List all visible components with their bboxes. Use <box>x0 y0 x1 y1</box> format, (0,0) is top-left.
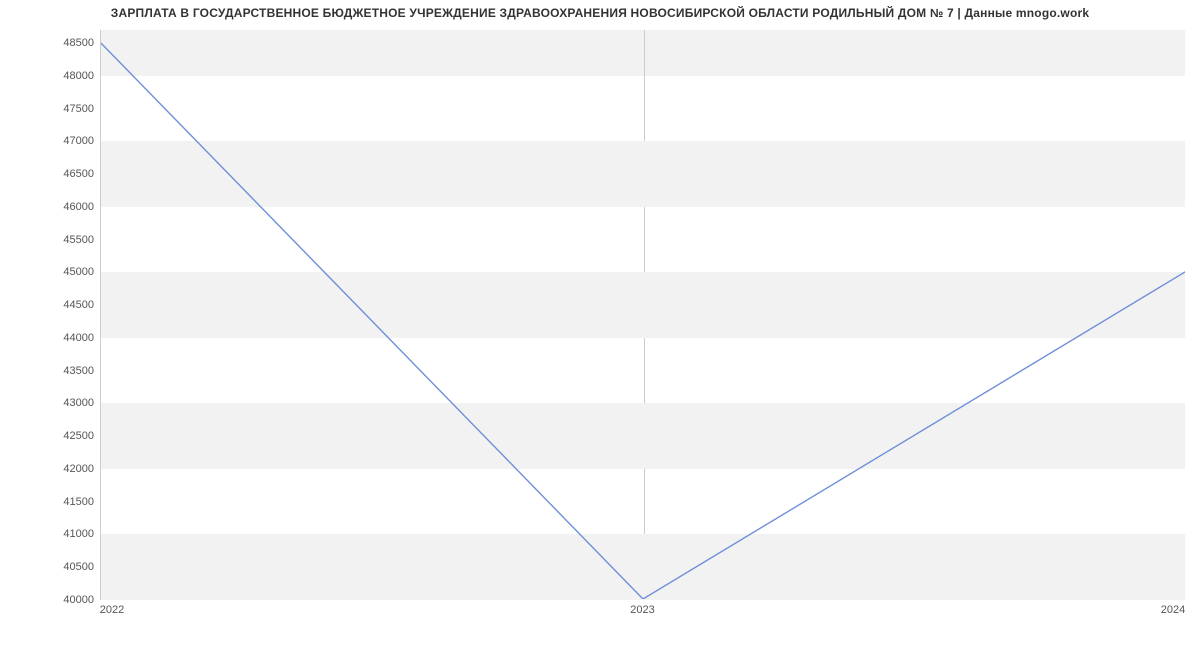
y-tick-label: 41500 <box>63 496 94 508</box>
plot-area <box>100 30 1185 600</box>
x-tick-label: 2024 <box>1161 604 1185 616</box>
y-tick-label: 47000 <box>63 135 94 147</box>
chart-title: ЗАРПЛАТА В ГОСУДАРСТВЕННОЕ БЮДЖЕТНОЕ УЧР… <box>0 6 1200 20</box>
y-tick-label: 47500 <box>63 103 94 115</box>
x-tick-label: 2022 <box>100 604 124 616</box>
y-tick-label: 43500 <box>63 365 94 377</box>
y-tick-label: 45500 <box>63 234 94 246</box>
y-tick-label: 41000 <box>63 528 94 540</box>
y-tick-label: 45000 <box>63 266 94 278</box>
y-tick-label: 46500 <box>63 168 94 180</box>
y-tick-label: 48000 <box>63 70 94 82</box>
y-tick-label: 43000 <box>63 397 94 409</box>
x-tick-label: 2023 <box>630 604 654 616</box>
y-tick-label: 46000 <box>63 201 94 213</box>
y-tick-label: 40000 <box>63 594 94 606</box>
y-tick-label: 44500 <box>63 299 94 311</box>
y-tick-label: 42000 <box>63 463 94 475</box>
y-tick-label: 42500 <box>63 430 94 442</box>
y-tick-label: 40500 <box>63 561 94 573</box>
y-tick-label: 48500 <box>63 37 94 49</box>
y-tick-label: 44000 <box>63 332 94 344</box>
line-series <box>101 30 1185 599</box>
chart-container: ЗАРПЛАТА В ГОСУДАРСТВЕННОЕ БЮДЖЕТНОЕ УЧР… <box>0 0 1200 650</box>
